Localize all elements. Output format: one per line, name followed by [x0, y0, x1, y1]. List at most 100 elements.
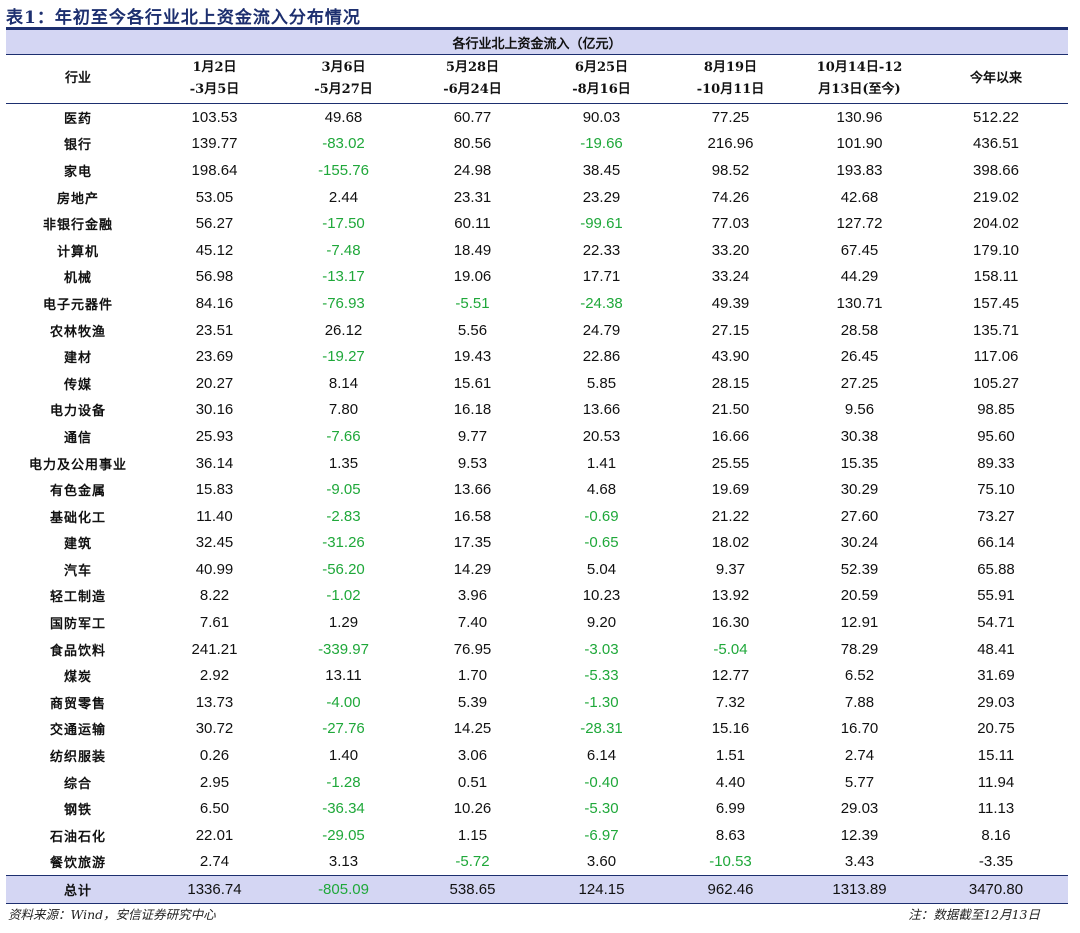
value-cell: 11.40: [196, 507, 233, 525]
value-cell: 60.11: [454, 215, 491, 233]
value-cell: 7.88: [844, 693, 875, 711]
value-cell: 30.72: [195, 720, 234, 738]
value-cell: 20.27: [195, 374, 234, 392]
value-cell: 11.94: [977, 773, 1015, 791]
value-cell: 30.16: [195, 401, 234, 419]
industry-cell: 有色金属: [49, 484, 106, 500]
value-cell: -13.17: [322, 268, 365, 286]
value-cell: 8.14: [328, 374, 359, 392]
column-header: 6月25日 -8月16日: [537, 55, 666, 104]
value-cell: 56.98: [195, 268, 234, 286]
value-cell: 3.96: [457, 587, 488, 605]
column-header: 行业: [6, 55, 150, 104]
value-cell: 0.51: [457, 773, 488, 791]
value-cell: 3.06: [457, 747, 488, 765]
value-cell: 28.15: [711, 374, 750, 392]
table-title: 表1：年初至今各行业北上资金流入分布情况: [6, 8, 361, 28]
table-row: 电子元器件 84.16 -76.93 -5.51 -24.38 49.39 130.71 15…: [6, 290, 1068, 317]
column-header: 8月19日 -10月11日: [666, 55, 795, 104]
value-cell: 10.23: [582, 587, 621, 605]
table-row: 国防军工 7.61 1.29 7.40 9.20 16.30 12.91 54.71: [6, 609, 1068, 636]
value-cell: 157.45: [973, 294, 1019, 312]
value-cell: 30.24: [840, 534, 879, 552]
table-row: 建筑 32.45 -31.26 17.35 -0.65 18.02 30.24 66.14: [6, 530, 1068, 557]
value-cell: -7.48: [326, 241, 361, 259]
value-cell: 8.63: [715, 826, 746, 844]
value-cell: 7.32: [715, 693, 746, 711]
value-cell: 19.06: [453, 268, 492, 286]
column-header-line1: 行业: [64, 71, 91, 86]
value-cell: 5.04: [586, 560, 617, 578]
value-cell: 20.53: [582, 427, 621, 445]
value-cell: 76.95: [453, 640, 492, 658]
value-cell: -9.05: [326, 481, 361, 499]
value-cell: 0.26: [199, 747, 230, 765]
value-cell: 43.90: [711, 348, 750, 366]
value-cell: 73.27: [977, 507, 1015, 525]
industry-cell: 煤炭: [63, 670, 92, 686]
total-value-cell: -805.09: [279, 875, 408, 905]
industry-cell: 石油石化: [49, 829, 106, 845]
date-note: 注：数据截至12月13日: [908, 907, 1040, 922]
value-cell: 8.22: [199, 587, 230, 605]
value-cell: 98.85: [977, 401, 1015, 419]
value-cell: 32.45: [195, 534, 234, 552]
table-row: 机械 56.98 -13.17 19.06 17.71 33.24 44.29 158.11: [6, 264, 1068, 291]
industry-cell: 电子元器件: [42, 297, 113, 313]
table-row: 有色金属 15.83 -9.05 13.66 4.68 19.69 30.29 75.10: [6, 476, 1068, 503]
column-header: 10月14日-12 月13日(至今): [795, 55, 924, 104]
value-cell: 17.35: [453, 534, 492, 552]
value-cell: 7.61: [199, 614, 230, 632]
value-cell: 198.64: [191, 161, 238, 179]
value-cell: 9.77: [457, 427, 488, 445]
table-row: 计算机 45.12 -7.48 18.49 22.33 33.20 67.45 179.10: [6, 237, 1068, 264]
value-cell: 22.33: [582, 241, 621, 259]
industry-cell: 轻工制造: [49, 590, 106, 606]
value-cell: 15.35: [840, 454, 879, 472]
industry-cell: 传媒: [63, 377, 92, 393]
industry-cell: 通信: [63, 430, 92, 446]
value-cell: 179.10: [973, 241, 1019, 259]
value-cell: 26.45: [840, 348, 879, 366]
value-cell: 77.25: [711, 108, 750, 126]
value-cell: -4.00: [326, 693, 361, 711]
value-cell: 29.03: [977, 693, 1015, 711]
column-header-line1: 6月25日: [574, 60, 629, 75]
value-cell: 15.61: [453, 374, 492, 392]
value-cell: 18.02: [711, 534, 750, 552]
column-header-line2: -6月24日: [443, 82, 502, 97]
value-cell: 19.43: [453, 348, 492, 366]
value-cell: -29.05: [322, 826, 365, 844]
value-cell: 24.79: [582, 321, 621, 339]
value-cell: 16.30: [711, 614, 750, 632]
value-cell: 2.44: [328, 188, 359, 206]
value-cell: 42.68: [840, 188, 879, 206]
value-cell: 16.58: [453, 507, 492, 525]
source-note: 资料来源：Wind，安信证券研究中心: [8, 907, 216, 922]
value-cell: 5.77: [844, 773, 875, 791]
value-cell: 49.39: [711, 294, 750, 312]
value-cell: 95.60: [977, 427, 1015, 445]
column-header-line1: 10月14日-12: [816, 60, 903, 75]
column-header-line2: -8月16日: [572, 82, 631, 97]
value-cell: 16.18: [453, 401, 492, 419]
value-cell: 1.35: [328, 454, 359, 472]
column-header-line1: 5月28日: [445, 60, 500, 75]
value-cell: -19.27: [322, 348, 365, 366]
column-header-line1: 1月2日: [192, 60, 237, 75]
value-cell: 14.25: [453, 720, 492, 738]
table-row: 建材 23.69 -19.27 19.43 22.86 43.90 26.45 117.06: [6, 343, 1068, 370]
value-cell: 23.29: [582, 188, 621, 206]
total-value-cell: 538.65: [408, 875, 537, 905]
value-cell: 80.56: [453, 135, 492, 153]
industry-cell: 食品饮料: [49, 643, 106, 659]
value-cell: -5.04: [713, 640, 748, 658]
total-value-cell: 962.46: [666, 875, 795, 905]
value-cell: -0.65: [584, 534, 619, 552]
table-row: 石油石化 22.01 -29.05 1.15 -6.97 8.63 12.39 8.16: [6, 822, 1068, 849]
value-cell: 90.03: [582, 108, 621, 126]
value-cell: 60.77: [453, 108, 492, 126]
value-cell: 216.96: [707, 135, 754, 153]
value-cell: 6.52: [844, 667, 875, 685]
value-cell: 5.85: [586, 374, 617, 392]
